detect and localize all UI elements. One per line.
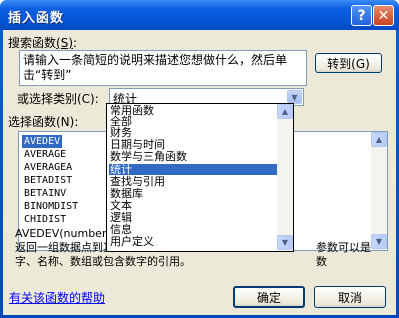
title-bar[interactable]: 插入函数 ? ✕ [0, 0, 399, 30]
category-option[interactable]: 数学与三角函数 [109, 151, 277, 162]
list-item[interactable]: BETADIST [22, 174, 74, 187]
list-item[interactable]: AVERAGEA [22, 161, 74, 174]
help-icon[interactable]: ? [351, 5, 372, 26]
list-item[interactable]: BETAINV [22, 187, 68, 200]
function-help-link[interactable]: 有关该函数的帮助 [9, 289, 105, 306]
scroll-up-icon[interactable]: ▲ [371, 132, 387, 147]
scroll-down-icon[interactable]: ▼ [277, 235, 293, 250]
list-item[interactable]: BINOMDIST [22, 200, 80, 213]
close-icon[interactable]: ✕ [373, 5, 394, 26]
category-option[interactable]: 信息 [109, 224, 277, 235]
category-option[interactable]: 查找与引用 [109, 176, 277, 187]
ok-button[interactable]: 确定 [233, 286, 305, 308]
category-option[interactable]: 数据库 [109, 188, 277, 199]
description-line1: 返回一组数据点到其 [15, 241, 114, 254]
cancel-button[interactable]: 取消 [314, 286, 386, 308]
go-button[interactable]: 转到(G) [315, 53, 382, 73]
category-option[interactable]: 全部 [109, 116, 277, 127]
list-item[interactable]: AVEDEV [22, 135, 63, 148]
category-label: 或选择类别(C): [17, 92, 99, 106]
chevron-down-icon[interactable]: ▼ [287, 90, 302, 104]
category-option[interactable]: 常用函数 [109, 105, 277, 116]
insert-function-dialog: 插入函数 ? ✕ 搜索函数(S): 请输入一条简短的说明来描述您想做什么，然后单… [0, 0, 399, 318]
category-dropdown-scrollbar[interactable]: ▲ ▼ [277, 104, 293, 251]
category-option[interactable]: 用户定义 [109, 236, 277, 247]
window-title: 插入函数 [8, 11, 65, 26]
category-option[interactable]: 日期与时间 [109, 139, 277, 150]
category-option[interactable]: 逻辑 [109, 212, 277, 223]
list-item[interactable]: AVERAGE [22, 148, 68, 161]
category-option[interactable]: 财务 [109, 127, 277, 138]
category-option[interactable]: 文本 [109, 200, 277, 211]
list-item[interactable]: CHIDIST [22, 213, 68, 226]
search-label: 搜索函数(S): [8, 36, 78, 50]
function-list-label: 选择函数(N): [8, 115, 79, 129]
dialog-body: 搜索函数(S): 请输入一条简短的说明来描述您想做什么，然后单击“转到” 转到(… [3, 30, 396, 315]
category-option-selected[interactable]: 统计 [109, 164, 277, 175]
search-input[interactable]: 请输入一条简短的说明来描述您想做什么，然后单击“转到” [19, 50, 307, 86]
description-line1-right: 参数可以是数 [316, 241, 371, 268]
scroll-up-icon[interactable]: ▲ [277, 104, 293, 119]
category-dropdown[interactable]: 常用函数 全部 财务 日期与时间 数学与三角函数 统计 查找与引用 数据库 文本… [106, 103, 294, 252]
